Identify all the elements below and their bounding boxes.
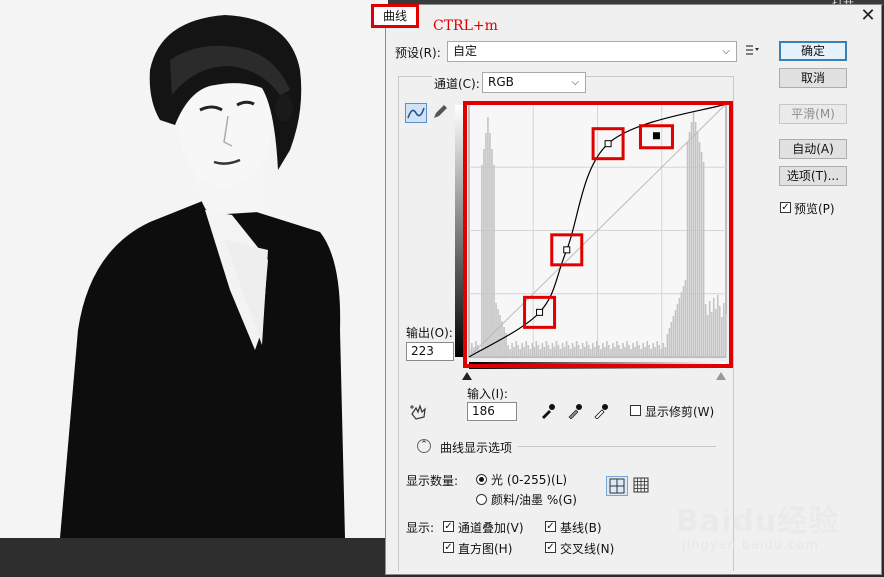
intersection-line-checkbox[interactable]: ✓ bbox=[545, 542, 556, 553]
show-label: 显示: bbox=[406, 521, 435, 535]
show-clipping-label: 显示修剪(W) bbox=[645, 405, 715, 419]
light-radio-label: 光 (0-255)(L) bbox=[491, 473, 568, 487]
show-amount-label: 显示数量: bbox=[406, 474, 459, 488]
preset-value: 自定 bbox=[453, 44, 478, 58]
auto-button[interactable]: 自动(A) bbox=[779, 139, 847, 159]
preview-label: 预览(P) bbox=[794, 202, 835, 216]
dialog-title: 曲线 bbox=[371, 4, 419, 28]
curve-display-options-label: 曲线显示选项 bbox=[440, 441, 513, 455]
input-field[interactable]: 186 bbox=[467, 402, 517, 421]
intersection-line-label: 交叉线(N) bbox=[560, 542, 615, 556]
channel-overlay-checkbox[interactable]: ✓ bbox=[443, 521, 454, 532]
white-eyedropper-icon[interactable] bbox=[593, 403, 609, 420]
watermark-logo: Baidu经验 bbox=[676, 504, 840, 539]
ok-button[interactable]: 确定 bbox=[779, 41, 847, 61]
preset-select[interactable]: 自定 ⌵ bbox=[447, 41, 737, 62]
simple-grid-icon[interactable] bbox=[606, 476, 628, 496]
options-button[interactable]: 选项(T)... bbox=[779, 166, 847, 186]
pencil-icon[interactable] bbox=[430, 103, 452, 123]
input-label: 输入(I): bbox=[467, 387, 508, 401]
smooth-button[interactable]: 平滑(M) bbox=[779, 104, 847, 124]
output-field[interactable]: 223 bbox=[406, 342, 454, 361]
watermark-url: jingyan.baidu.com bbox=[682, 538, 819, 553]
graph-highlight-frame bbox=[463, 101, 733, 368]
output-gradient-bar bbox=[455, 105, 463, 357]
white-point-slider[interactable] bbox=[716, 372, 726, 380]
baseline-label: 基线(B) bbox=[560, 521, 602, 535]
detailed-grid-icon[interactable] bbox=[631, 476, 653, 496]
collapse-chevron-icon[interactable]: ⌃ bbox=[417, 439, 431, 453]
shortcut-annotation: CTRL+m bbox=[433, 18, 498, 34]
curve-point-tool-icon[interactable] bbox=[405, 103, 427, 123]
chevron-down-icon: ⌵ bbox=[571, 77, 579, 88]
baseline-checkbox[interactable]: ✓ bbox=[545, 521, 556, 532]
histogram-checkbox[interactable]: ✓ bbox=[443, 542, 454, 553]
section-divider bbox=[518, 446, 716, 447]
channel-overlay-label: 通道叠加(V) bbox=[458, 521, 524, 535]
baidu-watermark: Baidu经验 jingyan.baidu.com bbox=[676, 488, 876, 568]
preset-label: 预设(R): bbox=[395, 46, 441, 60]
preview-checkbox[interactable]: ✓ bbox=[780, 202, 791, 213]
canvas-bottom-strip bbox=[0, 538, 388, 577]
preset-menu-icon[interactable] bbox=[744, 42, 760, 58]
black-point-slider[interactable] bbox=[462, 372, 472, 380]
on-image-adjust-hand-icon[interactable] bbox=[408, 402, 430, 422]
document-canvas-photo bbox=[0, 0, 388, 538]
histogram-label: 直方图(H) bbox=[458, 542, 513, 556]
output-label: 输出(O): bbox=[406, 326, 453, 340]
pigment-radio[interactable] bbox=[476, 494, 487, 505]
portrait-image bbox=[60, 15, 345, 538]
channel-value: RGB bbox=[488, 75, 514, 89]
close-icon[interactable]: ✕ bbox=[858, 6, 878, 26]
channel-select[interactable]: RGB ⌵ bbox=[482, 72, 586, 93]
black-eyedropper-icon[interactable] bbox=[540, 403, 556, 419]
light-radio[interactable] bbox=[476, 474, 487, 485]
gray-eyedropper-icon[interactable] bbox=[567, 403, 583, 420]
channel-label: 通道(C): bbox=[432, 75, 482, 92]
cancel-button[interactable]: 取消 bbox=[779, 68, 847, 88]
pigment-radio-label: 颜料/油墨 %(G) bbox=[491, 493, 577, 507]
chevron-down-icon: ⌵ bbox=[722, 46, 730, 57]
show-clipping-checkbox[interactable] bbox=[630, 405, 641, 416]
